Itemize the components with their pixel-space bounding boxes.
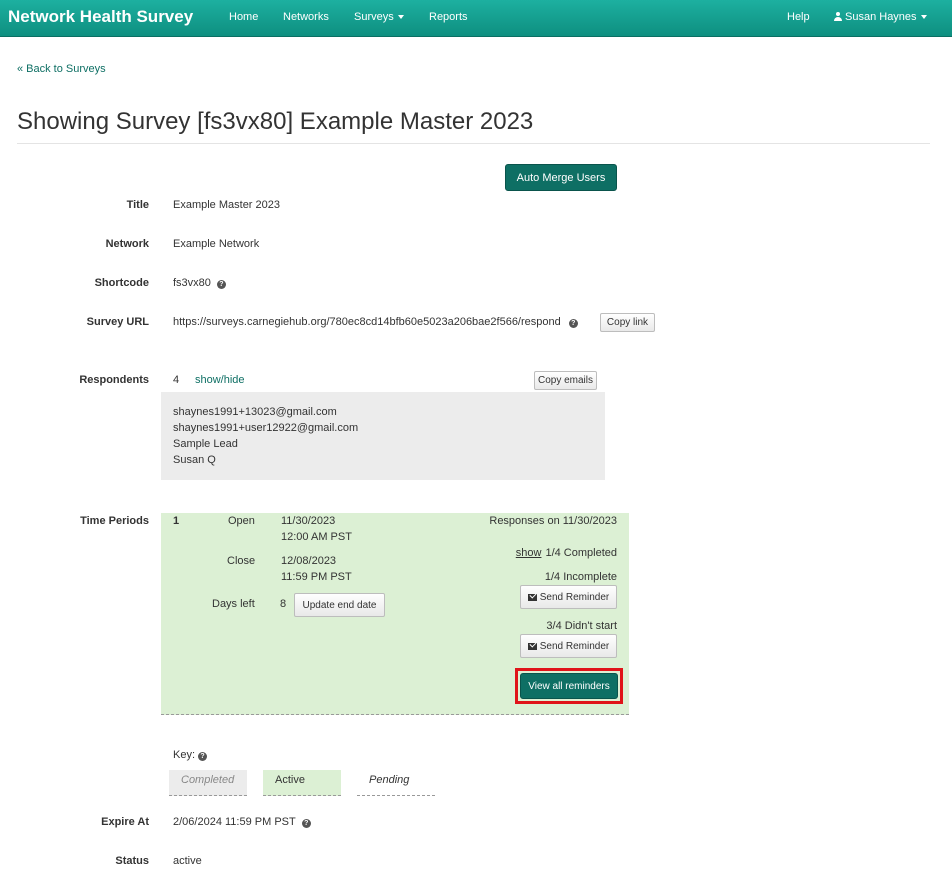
key-completed: Completed (169, 770, 247, 796)
nav-surveys-dropdown[interactable]: Surveys (354, 11, 404, 23)
open-date: 11/30/2023 (281, 515, 336, 527)
list-item: Susan Q (173, 454, 216, 466)
brand-logo[interactable]: Network Health Survey (8, 7, 193, 27)
days-left-label: Days left (212, 598, 255, 610)
user-menu-dropdown[interactable]: Susan Haynes (834, 11, 927, 23)
envelope-icon (527, 593, 537, 601)
network-value: Example Network (173, 238, 260, 250)
open-time: 12:00 AM PST (281, 531, 352, 543)
survey-url-label: Survey URL (86, 316, 149, 328)
question-circle-icon[interactable]: ? (301, 819, 311, 828)
key-active: Active (263, 770, 341, 796)
time-periods-label: Time Periods (80, 515, 149, 527)
completed-group: show 1/4 Completed (516, 547, 617, 559)
shortcode-label: Shortcode (94, 277, 149, 289)
status-value: active (173, 855, 202, 867)
chevron-down-icon (920, 15, 927, 20)
key-label: Key: (173, 749, 196, 761)
open-label: Open (228, 515, 255, 527)
respondents-label: Respondents (79, 374, 149, 386)
nav-surveys-label: Surveys (354, 11, 394, 23)
shortcode-value-group: fs3vx80? (173, 277, 226, 289)
title-label: Title (126, 199, 149, 211)
show-hide-link[interactable]: show/hide (195, 374, 245, 386)
user-name: Susan Haynes (845, 11, 917, 23)
nav-reports[interactable]: Reports (429, 11, 468, 23)
list-item: Sample Lead (173, 438, 238, 450)
question-circle-icon[interactable]: ? (216, 280, 226, 289)
send-reminder-label: Send Reminder (539, 591, 610, 603)
divider (17, 143, 930, 144)
list-item: shaynes1991+13023@gmail.com (173, 406, 337, 418)
days-left-value: 8 (280, 598, 287, 610)
nav-help[interactable]: Help (787, 11, 810, 23)
copy-link-button[interactable]: Copy link (600, 313, 655, 332)
auto-merge-users-button[interactable]: Auto Merge Users (505, 164, 617, 191)
close-date: 12/08/2023 (281, 555, 337, 567)
title-value: Example Master 2023 (173, 199, 280, 211)
respondents-list: shaynes1991+13023@gmail.com shaynes1991+… (161, 392, 605, 480)
key-pending: Pending (357, 770, 435, 796)
send-reminder-label: Send Reminder (539, 640, 610, 652)
expire-at-label: Expire At (101, 816, 149, 828)
page-title: Showing Survey [fs3vx80] Example Master … (17, 108, 534, 135)
show-completed-link[interactable]: show (516, 547, 542, 559)
copy-emails-button[interactable]: Copy emails (534, 371, 597, 390)
navbar: Network Health Survey Home Networks Surv… (0, 0, 952, 37)
highlight-box (515, 668, 623, 704)
send-reminder-not-started-button[interactable]: Send Reminder (520, 634, 617, 658)
respondents-count: 4 (173, 374, 180, 386)
back-to-surveys-link[interactable]: « Back to Surveys (17, 63, 106, 75)
send-reminder-incomplete-button[interactable]: Send Reminder (520, 585, 617, 609)
nav-home[interactable]: Home (229, 11, 258, 23)
question-circle-icon[interactable]: ? (568, 319, 578, 328)
responses-on-date: Responses on 11/30/2023 (489, 515, 617, 527)
chevron-down-icon (397, 15, 404, 20)
envelope-icon (527, 642, 537, 650)
status-label: Status (115, 855, 149, 867)
network-label: Network (105, 238, 149, 250)
nav-networks[interactable]: Networks (283, 11, 329, 23)
expire-at-value: 2/06/2024 11:59 PM PST (173, 816, 296, 828)
list-item: shaynes1991+user12922@gmail.com (173, 422, 359, 434)
survey-url-group: https://surveys.carnegiehub.org/780ec8cd… (173, 316, 578, 328)
period-index: 1 (173, 515, 180, 527)
expire-group: 2/06/2024 11:59 PM PST? (173, 816, 311, 828)
update-end-date-button[interactable]: Update end date (294, 593, 385, 617)
close-time: 11:59 PM PST (281, 571, 352, 583)
key-group: Key:? (173, 749, 208, 761)
completed-count: 1/4 Completed (545, 547, 617, 559)
didnt-start-count: 3/4 Didn't start (546, 620, 617, 632)
shortcode-value: fs3vx80 (173, 277, 211, 289)
survey-url-value: https://surveys.carnegiehub.org/780ec8cd… (173, 316, 561, 328)
close-label: Close (227, 555, 256, 567)
question-circle-icon[interactable]: ? (198, 752, 208, 761)
incomplete-count: 1/4 Incomplete (544, 571, 617, 583)
user-icon (834, 12, 842, 21)
